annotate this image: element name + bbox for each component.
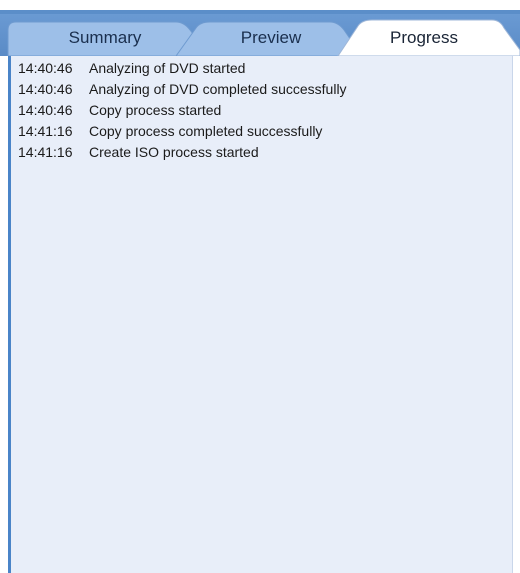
log-list: 14:40:46 Analyzing of DVD started 14:40:4…: [18, 58, 347, 163]
log-time: 14:41:16: [18, 123, 73, 139]
log-time: 14:40:46: [18, 81, 73, 97]
log-message: Copy process completed successfully: [89, 123, 323, 139]
log-time: 14:41:16: [18, 144, 73, 160]
tab-strip: Summary Preview Progress: [0, 0, 520, 56]
tab-preview[interactable]: Preview: [206, 28, 336, 48]
log-time: 14:40:46: [18, 60, 73, 76]
log-entry: 14:41:16 Create ISO process started: [18, 142, 347, 163]
progress-log: 14:40:46 Analyzing of DVD started 14:40:4…: [8, 56, 512, 573]
tab-progress[interactable]: Progress: [356, 28, 492, 48]
log-message: Create ISO process started: [89, 144, 259, 160]
log-entry: 14:40:46 Analyzing of DVD completed succe…: [18, 79, 347, 100]
log-message: Copy process started: [89, 102, 222, 118]
panel-right-edge: [512, 56, 520, 573]
log-entry: 14:40:46 Analyzing of DVD started: [18, 58, 347, 79]
progress-panel: Summary Preview Progress 14:40:46 Analyzi…: [0, 0, 520, 573]
log-time: 14:40:46: [18, 102, 73, 118]
log-message: Analyzing of DVD started: [89, 60, 246, 76]
tab-summary[interactable]: Summary: [40, 28, 170, 48]
log-entry: 14:40:46 Copy process started: [18, 100, 347, 121]
log-entry: 14:41:16 Copy process completed successfu…: [18, 121, 347, 142]
log-message: Analyzing of DVD completed successfully: [89, 81, 347, 97]
